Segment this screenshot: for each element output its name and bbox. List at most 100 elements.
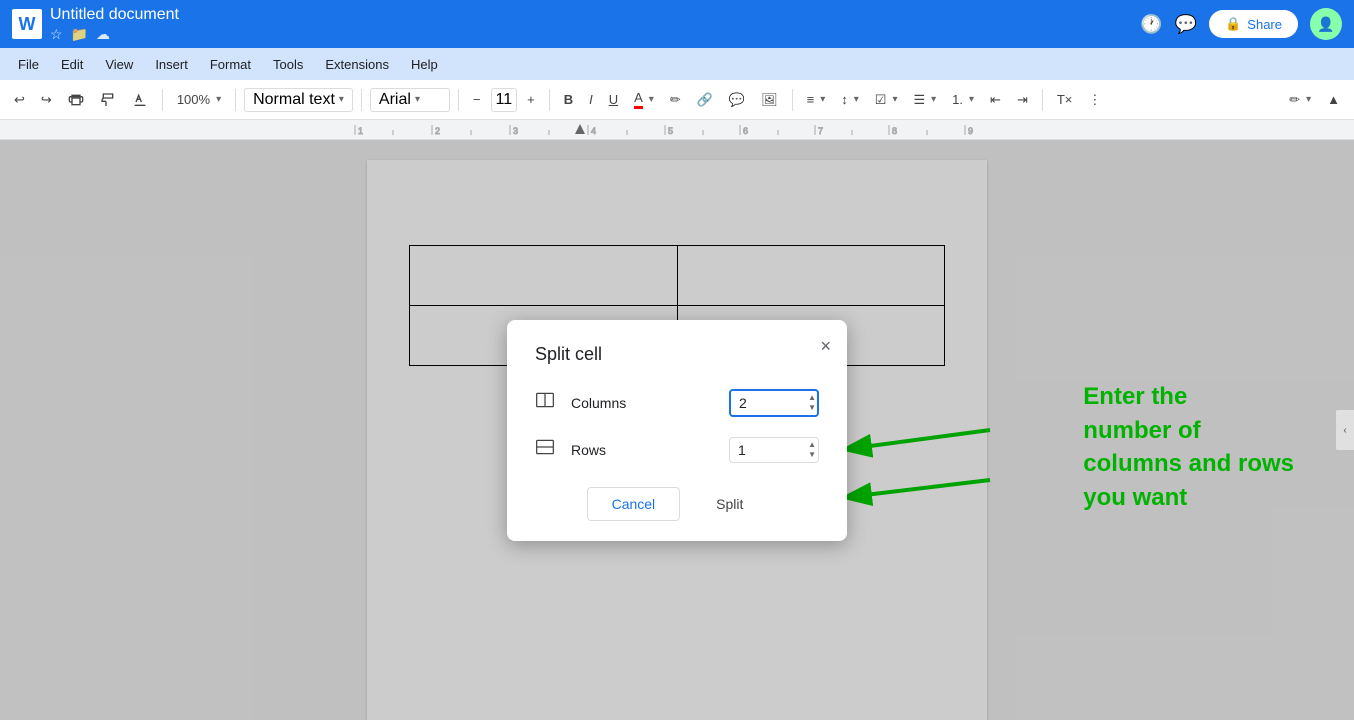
rows-input[interactable]: [729, 437, 819, 463]
toolbar: ↩ ↪ 100% ▾ Normal text ▾ Arial ▾ − 11 + …: [0, 80, 1354, 120]
split-cell-dialog: × Split cell Columns ▲ ▼: [507, 320, 847, 541]
comment-button[interactable]: 💬: [723, 88, 751, 112]
modal-overlay: × Split cell Columns ▲ ▼: [0, 140, 1354, 720]
font-chevron: ▾: [415, 94, 420, 105]
ruler-svg: 1 2 3 4 5 6 7 8 9: [0, 120, 1354, 140]
sep2: [235, 89, 236, 111]
collapse-toolbar-button[interactable]: ▲: [1321, 88, 1346, 111]
doc-icons-row: ☆ 📁 ☁: [50, 26, 1132, 43]
pen-button[interactable]: ✏▾: [1283, 88, 1317, 112]
split-button[interactable]: Split: [692, 487, 767, 521]
svg-text:2: 2: [435, 126, 440, 136]
doc-title-area: Untitled document ☆ 📁 ☁: [50, 6, 1132, 43]
folder-icon[interactable]: 📁: [71, 26, 88, 43]
menu-view[interactable]: View: [95, 53, 143, 76]
rows-row: Rows ▲ ▼: [535, 437, 819, 463]
menu-file[interactable]: File: [8, 53, 49, 76]
svg-text:7: 7: [818, 126, 823, 136]
columns-spinner[interactable]: ▲ ▼: [807, 389, 817, 417]
chat-icon[interactable]: 💬: [1175, 14, 1197, 35]
link-button[interactable]: 🔗: [691, 88, 719, 112]
columns-increment[interactable]: ▲: [807, 393, 817, 403]
font-selector[interactable]: Arial ▾: [370, 88, 450, 112]
font-size-decrease[interactable]: −: [467, 88, 487, 111]
font-size-increase[interactable]: +: [521, 88, 541, 111]
rows-label: Rows: [571, 442, 713, 458]
checklist-button[interactable]: ☑▾: [869, 88, 904, 112]
more-options-button[interactable]: ⋮: [1082, 88, 1107, 112]
columns-icon: [535, 390, 555, 415]
print-button[interactable]: [62, 88, 90, 112]
columns-input-wrapper: ▲ ▼: [729, 389, 819, 417]
svg-text:3: 3: [513, 126, 518, 136]
dialog-actions: Cancel Split: [535, 487, 819, 521]
zoom-chevron: ▾: [216, 94, 221, 105]
sep5: [549, 89, 550, 111]
cloud-save-icon[interactable]: ☁: [96, 26, 110, 43]
svg-text:1: 1: [358, 126, 363, 136]
sep6: [792, 89, 793, 111]
underline-button[interactable]: U: [603, 88, 624, 111]
zoom-selector[interactable]: 100% ▾: [171, 88, 227, 111]
columns-row: Columns ▲ ▼: [535, 389, 819, 417]
share-lock-icon: 🔒: [1225, 16, 1241, 32]
columns-decrement[interactable]: ▼: [807, 403, 817, 413]
svg-text:5: 5: [668, 126, 673, 136]
undo-button[interactable]: ↩: [8, 88, 31, 112]
top-right-actions: 🕐 💬 🔒 Share 👤: [1140, 8, 1342, 40]
menu-insert[interactable]: Insert: [145, 53, 198, 76]
image-button[interactable]: 🖼: [755, 88, 784, 112]
num-list-button[interactable]: 1.▾: [946, 88, 980, 111]
rows-decrement[interactable]: ▼: [807, 450, 817, 460]
sep4: [458, 89, 459, 111]
history-icon[interactable]: 🕐: [1140, 14, 1162, 35]
top-bar: W Untitled document ☆ 📁 ☁ 🕐 💬 🔒 Share 👤: [0, 0, 1354, 48]
sep7: [1042, 89, 1043, 111]
star-icon[interactable]: ☆: [50, 26, 63, 43]
text-color-button[interactable]: A ▾: [628, 86, 660, 113]
columns-input[interactable]: [729, 389, 819, 417]
rows-icon: [535, 437, 555, 462]
line-spacing-button[interactable]: ↕▾: [835, 88, 865, 111]
svg-text:8: 8: [892, 126, 897, 136]
share-button[interactable]: 🔒 Share: [1209, 10, 1298, 38]
cancel-button[interactable]: Cancel: [587, 487, 681, 521]
svg-text:4: 4: [591, 126, 596, 136]
svg-text:9: 9: [968, 126, 973, 136]
dialog-title: Split cell: [535, 344, 819, 365]
align-button[interactable]: ≡▾: [801, 88, 832, 111]
sep1: [162, 89, 163, 111]
rows-spinner[interactable]: ▲ ▼: [807, 437, 817, 463]
menu-tools[interactable]: Tools: [263, 53, 313, 76]
bold-button[interactable]: B: [558, 88, 579, 111]
columns-label: Columns: [571, 395, 713, 411]
italic-button[interactable]: I: [583, 88, 599, 111]
style-selector[interactable]: Normal text ▾: [244, 88, 353, 112]
doc-area: Enter the number of columns and rows you…: [0, 140, 1354, 720]
doc-title: Untitled document: [50, 6, 1132, 24]
menu-edit[interactable]: Edit: [51, 53, 93, 76]
svg-text:6: 6: [743, 126, 748, 136]
indent-less-button[interactable]: ⇤: [984, 88, 1007, 112]
indent-more-button[interactable]: ⇥: [1011, 88, 1034, 112]
highlight-button[interactable]: ✏: [664, 88, 687, 112]
redo-button[interactable]: ↪: [35, 88, 58, 112]
font-size-field[interactable]: 11: [491, 88, 518, 112]
sep3: [361, 89, 362, 111]
clear-format-button[interactable]: T×: [1051, 88, 1079, 111]
bullet-list-button[interactable]: ☰▾: [907, 88, 942, 112]
ruler: 1 2 3 4 5 6 7 8 9: [0, 120, 1354, 140]
avatar[interactable]: 👤: [1310, 8, 1342, 40]
rows-input-wrapper: ▲ ▼: [729, 437, 819, 463]
spellcheck-button[interactable]: [126, 88, 154, 112]
menu-help[interactable]: Help: [401, 53, 448, 76]
dialog-close-button[interactable]: ×: [820, 336, 831, 357]
style-chevron: ▾: [339, 94, 344, 105]
menu-extensions[interactable]: Extensions: [315, 53, 399, 76]
collapse-panel-button[interactable]: ‹: [1336, 410, 1354, 450]
paint-format-button[interactable]: [94, 88, 122, 112]
rows-increment[interactable]: ▲: [807, 440, 817, 450]
menu-bar: File Edit View Insert Format Tools Exten…: [0, 48, 1354, 80]
menu-format[interactable]: Format: [200, 53, 261, 76]
app-icon: W: [12, 9, 42, 39]
